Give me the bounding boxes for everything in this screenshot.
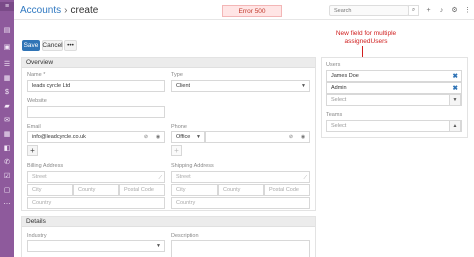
billing-country-placeholder: Country: [32, 200, 52, 206]
details-header: Details: [22, 217, 315, 227]
name-label: Name *: [27, 72, 46, 78]
name-input[interactable]: leads cyrcle Ltd: [27, 80, 165, 92]
home-icon[interactable]: ▤: [2, 26, 12, 35]
billing-address-label: Billing Address: [27, 163, 64, 169]
resize-icon: ⟋: [158, 175, 162, 181]
error-badge: Error 500: [222, 5, 282, 17]
chevron-down-icon[interactable]: ▼: [449, 94, 461, 106]
users-select-placeholder: Select: [331, 97, 347, 103]
billing-postal-placeholder: Postal Code: [124, 187, 154, 193]
sidebar: ≡ ▤ ▣ ☰ ▦ $ ▰ ✉ ▦ ◧ ✆ ☑ ▢ ⋯: [0, 0, 14, 257]
cases-icon[interactable]: ▰: [2, 102, 12, 111]
opt-out-icon[interactable]: ⊘: [142, 133, 150, 141]
billing-postal-code-input[interactable]: Postal Code: [119, 184, 165, 196]
shipping-city-input[interactable]: City: [171, 184, 218, 196]
more-icon[interactable]: ⋯: [2, 200, 12, 209]
shipping-city-placeholder: City: [176, 187, 186, 193]
shipping-address-label: Shipping Address: [171, 163, 214, 169]
more-actions-button[interactable]: •••: [64, 40, 77, 51]
breadcrumb-accounts-link[interactable]: Accounts: [20, 5, 61, 16]
invalid-icon[interactable]: ◉: [299, 133, 307, 141]
bell-icon[interactable]: ♪: [437, 5, 446, 15]
page-title: create: [70, 4, 99, 16]
cancel-button[interactable]: Cancel: [42, 40, 63, 51]
opt-out-icon[interactable]: ⊘: [287, 133, 295, 141]
email-icon[interactable]: ✉: [2, 116, 12, 125]
user-name: James Doe: [331, 73, 359, 79]
billing-city-placeholder: City: [32, 187, 42, 193]
contacts-icon[interactable]: ☰: [2, 60, 12, 69]
shipping-street-placeholder: Street: [176, 174, 191, 180]
calls-icon[interactable]: ✆: [2, 158, 12, 167]
accounts-icon[interactable]: ▣: [2, 43, 12, 52]
user-item: Admin ✖: [326, 82, 462, 94]
industry-select[interactable]: ▼: [27, 240, 165, 252]
website-input[interactable]: [27, 106, 165, 118]
add-email-button[interactable]: +: [27, 145, 38, 156]
remove-user-icon[interactable]: ✖: [453, 72, 458, 80]
name-value: leads cyrcle Ltd: [32, 83, 71, 89]
teams-label: Teams: [326, 112, 343, 118]
chevron-down-icon: ▼: [196, 134, 201, 140]
type-select[interactable]: Client ▼: [171, 80, 310, 92]
user-name: Admin: [331, 85, 347, 91]
documents-icon[interactable]: ▢: [2, 186, 12, 195]
user-item: James Doe ✖: [326, 70, 462, 82]
shipping-country-input[interactable]: Country: [171, 197, 310, 209]
tasks-icon[interactable]: ☑: [2, 172, 12, 181]
remove-user-icon[interactable]: ✖: [453, 84, 458, 92]
shipping-county-placeholder: County: [223, 187, 241, 193]
shipping-county-input[interactable]: County: [218, 184, 264, 196]
overview-header: Overview: [22, 58, 315, 68]
annotation-text: New field for multiple assignedUsers: [335, 30, 397, 45]
description-textarea[interactable]: [171, 240, 310, 257]
users-select-input[interactable]: Select ▼: [326, 94, 462, 106]
phone-label: Phone: [171, 124, 187, 130]
search-icon[interactable]: ⌕: [408, 5, 419, 16]
dots-menu-icon[interactable]: ⋮: [463, 5, 472, 15]
shipping-country-placeholder: Country: [176, 200, 196, 206]
email-value: info@leadcyrcle.co.uk: [32, 134, 86, 140]
phone-type-value: Office: [176, 134, 191, 140]
shipping-postal-placeholder: Postal Code: [269, 187, 299, 193]
add-phone-button[interactable]: +: [171, 145, 182, 156]
gear-icon[interactable]: ⚙: [450, 5, 459, 15]
calendar-icon[interactable]: ▦: [2, 130, 12, 139]
billing-country-input[interactable]: Country: [27, 197, 165, 209]
invalid-icon[interactable]: ◉: [154, 133, 162, 141]
plus-icon[interactable]: +: [424, 5, 433, 15]
billing-street-placeholder: Street: [32, 174, 47, 180]
menu-icon[interactable]: ≡: [0, 2, 14, 11]
description-label: Description: [171, 233, 199, 239]
shipping-postal-code-input[interactable]: Postal Code: [264, 184, 310, 196]
global-search-input[interactable]: [329, 5, 409, 16]
billing-street-input[interactable]: Street ⟋: [27, 171, 165, 183]
billing-county-placeholder: County: [78, 187, 96, 193]
shipping-street-input[interactable]: Street ⟋: [171, 171, 310, 183]
chevron-down-icon: ▼: [301, 83, 306, 89]
chevron-down-icon[interactable]: ▲: [449, 120, 461, 132]
save-button[interactable]: Save: [22, 40, 40, 51]
breadcrumb-separator: ›: [64, 4, 68, 16]
meetings-icon[interactable]: ◧: [2, 144, 12, 153]
resize-icon: ⟋: [303, 175, 307, 181]
users-label: Users: [326, 62, 341, 68]
top-bar: Accounts › create Error 500 ⌕ + ♪ ⚙ ⋮: [14, 0, 474, 20]
email-label: Email: [27, 124, 41, 130]
teams-select-input[interactable]: Select ▲: [326, 120, 462, 132]
industry-label: Industry: [27, 233, 47, 239]
website-label: Website: [27, 98, 47, 104]
breadcrumb: Accounts › create: [20, 3, 98, 17]
type-value: Client: [176, 83, 191, 89]
leads-icon[interactable]: ▦: [2, 74, 12, 83]
billing-county-input[interactable]: County: [73, 184, 119, 196]
billing-city-input[interactable]: City: [27, 184, 73, 196]
chevron-down-icon: ▼: [156, 243, 161, 249]
type-label: Type: [171, 72, 183, 78]
opportunities-icon[interactable]: $: [2, 88, 12, 97]
phone-type-select[interactable]: Office ▼: [171, 131, 205, 143]
teams-select-placeholder: Select: [331, 123, 347, 129]
